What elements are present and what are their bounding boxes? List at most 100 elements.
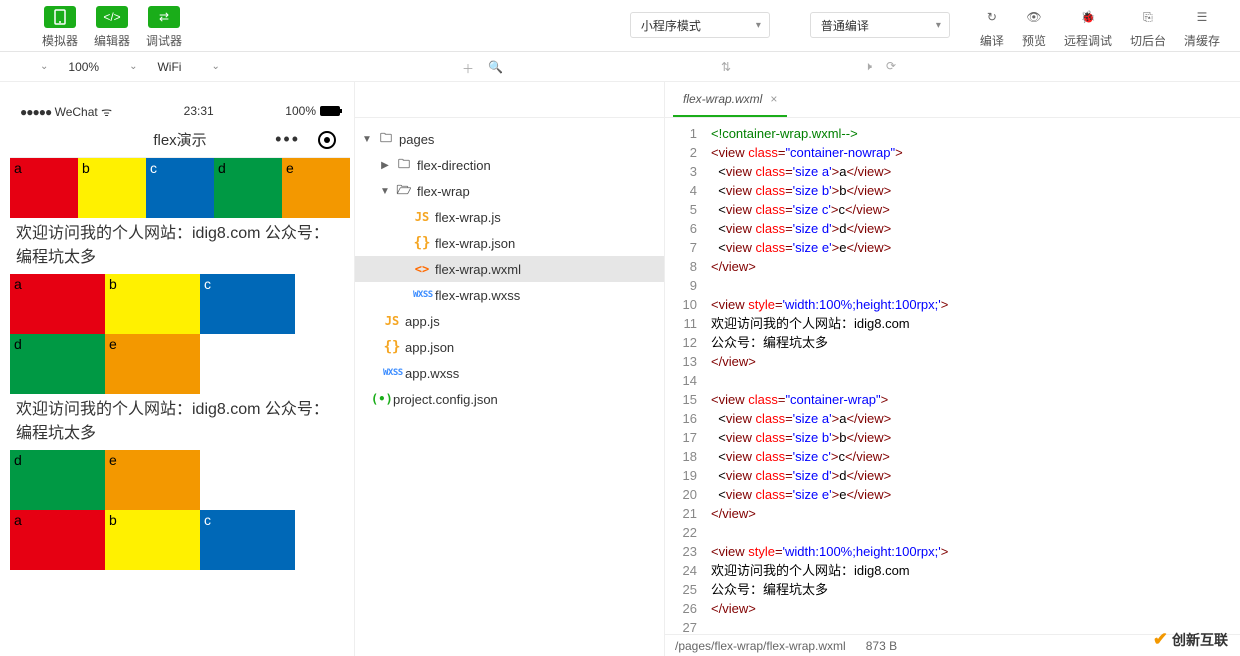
chevron-down-icon: ▾ [936, 20, 941, 31]
add-file-icon[interactable]: ＋ [462, 60, 474, 77]
background-button[interactable]: ⎘ 切后台 [1130, 6, 1166, 49]
tree-folder-flex-direction[interactable]: ▶🗀flex-direction [355, 152, 664, 178]
box-a: a [10, 158, 78, 218]
eye-icon: 👁 [1023, 6, 1045, 28]
phone-time: 23:31 [184, 104, 214, 118]
file-explorer: ▼🗀pages ▶🗀flex-direction ▼🗁flex-wrap JSf… [355, 82, 665, 656]
chevron-down-icon: ⌄ [211, 61, 219, 72]
phone-icon [44, 6, 76, 28]
compile-value: 普通编译 [821, 17, 869, 34]
code-editor-panel: flex-wrap.wxml × 12345678910111213141516… [665, 82, 1240, 656]
wifi-icon: ᯤ [101, 105, 112, 119]
editor-tabs: flex-wrap.wxml × [665, 82, 1240, 118]
chevron-down-icon: ⌄ [40, 61, 48, 72]
row-wrap-reverse: a b c d e [10, 450, 350, 570]
box-d: d [10, 450, 105, 510]
box-a: a [10, 274, 105, 334]
tree-file-app-wxss[interactable]: WXSSapp.wxss [355, 360, 664, 386]
compile-button[interactable]: ↻ 编译 [980, 6, 1004, 49]
top-toolbar: 模拟器 </> 编辑器 ⇄ 调试器 小程序模式 ▾ 普通编译 ▾ ↻ 编译 👁 … [0, 0, 1240, 52]
preview-button[interactable]: 👁 预览 [1022, 6, 1046, 49]
tree-folder-pages[interactable]: ▼🗀pages [355, 126, 664, 152]
box-a: a [10, 510, 105, 570]
debugger-toggle[interactable]: ⇄ 调试器 [144, 6, 184, 49]
box-b: b [105, 274, 200, 334]
menu-icon[interactable]: ••• [275, 129, 300, 150]
phone-statusbar: ●●●●● WeChat ᯤ 23:31 100% [10, 100, 350, 122]
phone-frame: ●●●●● WeChat ᯤ 23:31 100% flex演示 ••• a b… [10, 100, 350, 618]
swoosh-icon: ✔ [1153, 629, 1168, 650]
file-path: /pages/flex-wrap/flex-wrap.wxml [675, 639, 846, 653]
folder-open-icon: 🗁 [395, 181, 413, 202]
box-c: c [146, 158, 214, 218]
tree-file-project-config[interactable]: (•)project.config.json [355, 386, 664, 412]
compile-select[interactable]: 普通编译 ▾ [810, 12, 950, 38]
box-d: d [214, 158, 282, 218]
layers-icon: ☰ [1191, 6, 1213, 28]
site-text-2: 欢迎访问我的个人网站：idig8.com 公众号：编程坑太多 [10, 394, 350, 450]
mute-icon[interactable]: 🕨 [864, 59, 872, 74]
editor-tab-active[interactable]: flex-wrap.wxml × [673, 82, 787, 117]
network-select[interactable]: WiFi⌄ [147, 52, 229, 81]
box-b: b [78, 158, 146, 218]
config-file-icon: (•) [371, 392, 389, 406]
code-body[interactable]: <!container-wrap.wxml--><view class="con… [705, 118, 1240, 634]
page-title: flex演示 [153, 129, 206, 150]
box-c: c [200, 274, 295, 334]
phone-navbar: flex演示 ••• [10, 122, 350, 158]
js-file-icon: JS [383, 314, 401, 328]
clear-cache-button[interactable]: ☰ 清缓存 [1184, 6, 1220, 49]
wxss-file-icon: WXSS [383, 368, 401, 378]
zoom-select[interactable]: 100%⌄ [58, 52, 147, 81]
tree-file-app-json[interactable]: {}app.json [355, 334, 664, 360]
debugger-label: 调试器 [146, 32, 182, 49]
battery-icon [320, 106, 340, 116]
box-d: d [10, 334, 105, 394]
search-icon[interactable]: 🔍 [488, 60, 503, 77]
folder-icon: 🗀 [377, 129, 395, 150]
mode-select[interactable]: 小程序模式 ▾ [630, 12, 770, 38]
rotate-icon[interactable]: ⟳ [886, 59, 896, 74]
simulator-label: 模拟器 [42, 32, 78, 49]
tree-file-wxml[interactable]: <>flex-wrap.wxml [355, 256, 664, 282]
code-icon: </> [96, 6, 128, 28]
brand-watermark: ✔ 创新互联 [1153, 629, 1228, 650]
code-editor[interactable]: 1234567891011121314151617181920212223242… [665, 118, 1240, 634]
site-text-1: 欢迎访问我的个人网站：idig8.com 公众号：编程坑太多 [10, 218, 350, 274]
wxml-file-icon: <> [413, 262, 431, 276]
mode-value: 小程序模式 [641, 17, 701, 34]
capsule-close-icon[interactable] [318, 131, 336, 149]
json-file-icon: {} [383, 339, 401, 355]
editor-label: 编辑器 [94, 32, 130, 49]
simulator-toggle[interactable]: 模拟器 [40, 6, 80, 49]
js-file-icon: JS [413, 210, 431, 224]
bug-icon: 🐞 [1077, 6, 1099, 28]
folder-icon: 🗀 [395, 155, 413, 176]
row-wrap: a b c d e [10, 274, 350, 394]
debug-icon: ⇄ [148, 6, 180, 28]
exit-icon: ⎘ [1137, 6, 1159, 28]
tree-folder-flex-wrap[interactable]: ▼🗁flex-wrap [355, 178, 664, 204]
device-select[interactable]: ⌄ [0, 52, 58, 81]
box-b: b [105, 510, 200, 570]
box-e: e [282, 158, 350, 218]
line-gutter: 1234567891011121314151617181920212223242… [665, 118, 705, 634]
row-nowrap: a b c d e [10, 158, 350, 218]
box-e: e [105, 450, 200, 510]
json-file-icon: {} [413, 235, 431, 251]
tree-file-json[interactable]: {}flex-wrap.json [355, 230, 664, 256]
remote-debug-button[interactable]: 🐞 远程调试 [1064, 6, 1112, 49]
simulator-panel: ●●●●● WeChat ᯤ 23:31 100% flex演示 ••• a b… [0, 82, 355, 656]
tree-file-js[interactable]: JSflex-wrap.js [355, 204, 664, 230]
box-e: e [105, 334, 200, 394]
chevron-down-icon: ▾ [756, 20, 761, 31]
sub-toolbar: ⌄ 100%⌄ WiFi⌄ 🕨 ⟳ ＋ 🔍 ⇅ [0, 52, 1240, 82]
tree-file-app-js[interactable]: JSapp.js [355, 308, 664, 334]
wxss-file-icon: WXSS [413, 290, 431, 300]
editor-toggle[interactable]: </> 编辑器 [92, 6, 132, 49]
close-icon[interactable]: × [770, 92, 777, 106]
sort-icon[interactable]: ⇅ [721, 60, 731, 74]
chevron-down-icon: ⌄ [129, 61, 137, 72]
phone-content: a b c d e 欢迎访问我的个人网站：idig8.com 公众号：编程坑太多… [10, 158, 350, 618]
tree-file-wxss[interactable]: WXSSflex-wrap.wxss [355, 282, 664, 308]
